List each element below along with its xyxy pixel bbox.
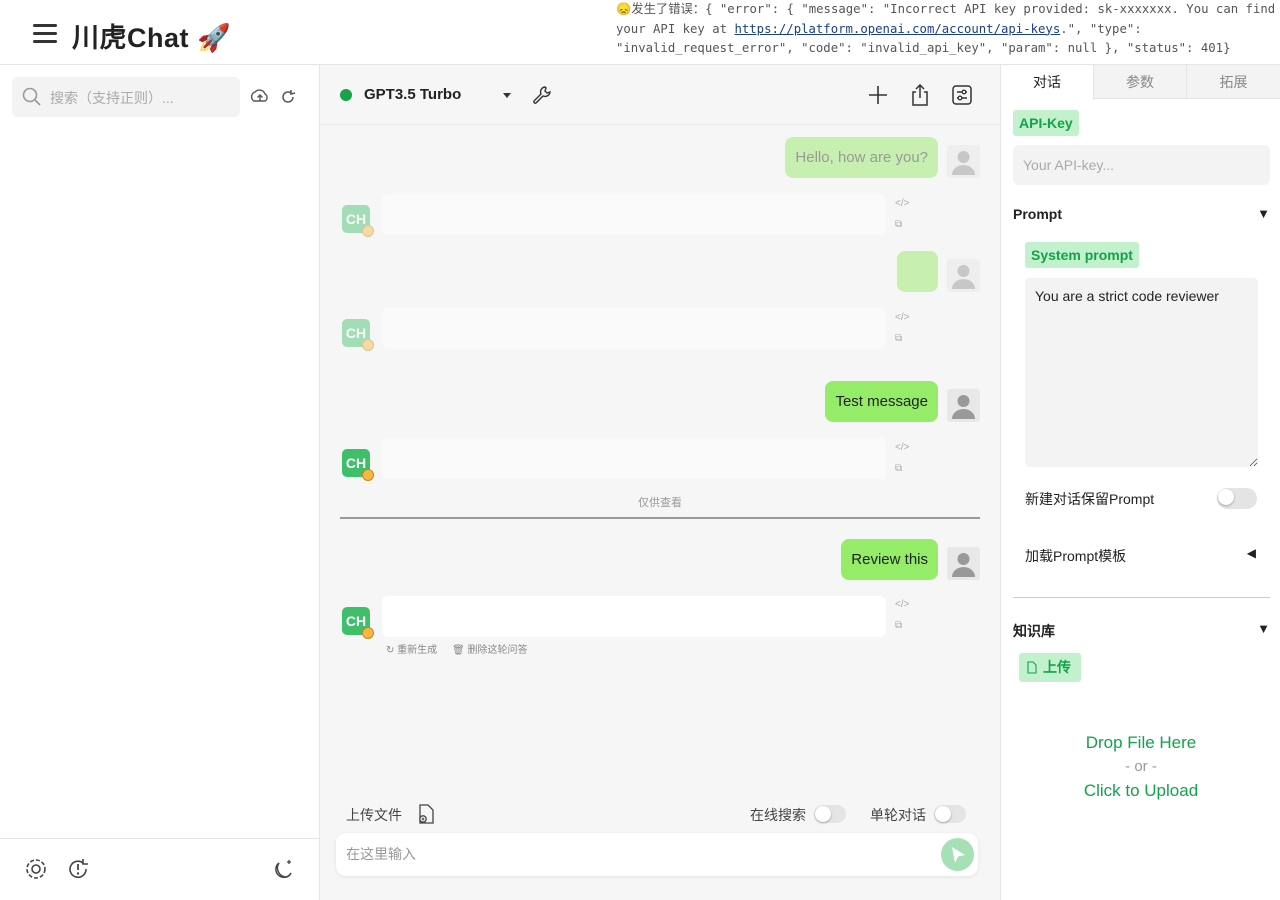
dark-mode-icon[interactable]	[272, 857, 296, 886]
copy-icon[interactable]: ⧉	[895, 333, 902, 344]
bot-message	[382, 596, 886, 637]
api-key-label: API-Key	[1013, 110, 1079, 136]
search-input[interactable]	[50, 88, 235, 108]
app-title: 川虎Chat 🚀	[72, 23, 232, 53]
upload-file-icon[interactable]	[417, 804, 435, 829]
user-avatar	[947, 547, 980, 580]
collapse-icon[interactable]: ▼	[1257, 206, 1270, 221]
upload-button[interactable]: 上传	[1019, 653, 1081, 682]
view-only-label: 仅供查看	[638, 497, 682, 509]
drop-or-text: - or -	[1125, 758, 1157, 775]
bot-message	[382, 308, 886, 349]
new-chat-icon[interactable]	[867, 84, 889, 111]
user-avatar	[947, 389, 980, 422]
single-turn-toggle[interactable]	[934, 805, 966, 823]
model-select[interactable]: GPT3.5 Turbo	[364, 86, 461, 103]
user-avatar	[947, 259, 980, 292]
raw-code-icon[interactable]: </>	[895, 312, 909, 323]
copy-icon[interactable]: ⧉	[895, 219, 902, 230]
system-prompt-label: System prompt	[1025, 242, 1139, 268]
collapse-icon[interactable]: ▼	[1257, 621, 1270, 636]
status-dot	[340, 89, 352, 101]
search-box	[12, 77, 240, 117]
regenerate-button[interactable]: ↻ 重新生成	[386, 641, 437, 656]
copy-icon[interactable]: ⧉	[895, 463, 902, 474]
sidebar-footer	[0, 838, 319, 900]
regenerate-label: 重新生成	[397, 645, 438, 656]
message-input[interactable]	[346, 844, 916, 870]
bot-message	[382, 438, 886, 479]
upload-file-label[interactable]: 上传文件	[346, 805, 402, 825]
raw-code-icon[interactable]: </>	[895, 198, 909, 209]
chat-settings-icon[interactable]	[951, 84, 973, 111]
file-icon	[1027, 661, 1037, 674]
load-template-label[interactable]: 加载Prompt模板	[1025, 546, 1126, 566]
share-icon[interactable]	[909, 83, 931, 112]
delete-round-button[interactable]: 🗑 删除这轮问答	[452, 641, 527, 656]
user-message: Review this	[841, 539, 938, 580]
bot-avatar: CH	[342, 205, 374, 237]
search-icon	[22, 87, 41, 106]
tiger-icon	[362, 469, 374, 481]
settings-tabs: 对话 参数 拓展	[1001, 65, 1280, 100]
file-drop-zone[interactable]: Drop File Here - or - Click to Upload	[1001, 731, 1280, 803]
raw-code-icon[interactable]: </>	[895, 599, 909, 610]
keep-prompt-label: 新建对话保留Prompt	[1025, 491, 1155, 507]
bot-avatar: CH	[342, 607, 374, 639]
knowledge-section-title[interactable]: 知识库	[1013, 621, 1055, 641]
refresh-icon[interactable]	[279, 88, 297, 111]
drop-file-text: Drop File Here	[1085, 733, 1197, 752]
regenerate-icon: ↻	[386, 645, 398, 656]
update-icon[interactable]	[66, 857, 90, 886]
single-turn-label: 单轮对话	[870, 807, 926, 823]
chat-header: GPT3.5 Turbo	[320, 65, 1000, 125]
delete-round-label: 删除这轮问答	[467, 645, 528, 656]
expand-icon[interactable]: ◀	[1247, 546, 1256, 560]
api-keys-link[interactable]: https://platform.openai.com/account/api-…	[734, 22, 1060, 36]
wrench-icon[interactable]	[531, 84, 553, 111]
copy-icon[interactable]: ⧉	[895, 620, 902, 631]
history-divider	[340, 517, 980, 519]
upload-history-icon[interactable]	[250, 87, 270, 112]
api-key-input[interactable]	[1013, 145, 1270, 185]
system-prompt-input[interactable]	[1025, 278, 1258, 467]
settings-icon[interactable]	[24, 857, 48, 886]
prompt-section-title[interactable]: Prompt	[1013, 206, 1062, 222]
tab-extensions[interactable]: 拓展	[1187, 65, 1280, 99]
bot-avatar: CH	[342, 319, 374, 351]
tab-chat[interactable]: 对话	[1001, 65, 1094, 100]
settings-panel: 对话 参数 拓展 API-Key Prompt ▼ System prompt …	[1000, 65, 1280, 900]
error-message: 😞发生了错误：{ "error": { "message": "Incorrec…	[616, 0, 1276, 59]
history-sidebar	[0, 65, 320, 900]
user-message: Hello, how are you?	[785, 137, 938, 178]
trash-icon: 🗑	[452, 645, 468, 656]
online-search-toggle[interactable]	[814, 805, 846, 823]
bot-avatar: CH	[342, 449, 374, 481]
tab-params[interactable]: 参数	[1094, 65, 1187, 99]
menu-icon[interactable]	[33, 24, 57, 44]
top-bar: 川虎Chat 🚀 😞发生了错误：{ "error": { "message": …	[0, 0, 1280, 65]
bot-message	[382, 194, 886, 235]
tiger-icon	[362, 339, 374, 351]
tiger-icon	[362, 627, 374, 639]
user-message: Test message	[825, 381, 938, 422]
section-divider	[1013, 597, 1270, 598]
click-upload-text: Click to Upload	[1083, 781, 1199, 800]
user-message	[897, 251, 938, 292]
raw-code-icon[interactable]: </>	[895, 442, 909, 453]
message-input-box	[336, 833, 978, 876]
chat-area: GPT3.5 Turbo Hello, how are you? CH </> …	[320, 65, 1000, 900]
keep-prompt-toggle[interactable]	[1217, 488, 1257, 509]
send-icon	[952, 847, 965, 863]
upload-label: 上传	[1043, 659, 1071, 675]
online-search-label: 在线搜索	[750, 807, 806, 823]
tiger-icon	[362, 225, 374, 237]
send-button[interactable]	[941, 838, 974, 871]
user-avatar	[947, 145, 980, 178]
chevron-down-icon[interactable]	[503, 93, 511, 98]
